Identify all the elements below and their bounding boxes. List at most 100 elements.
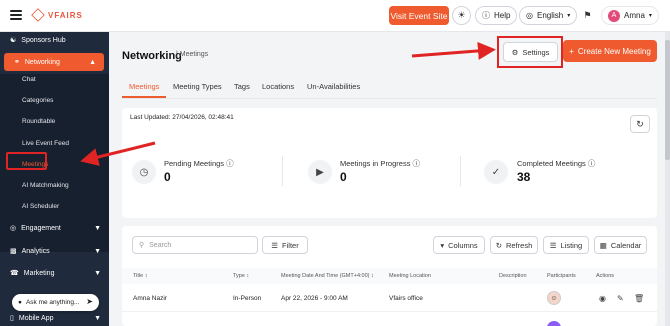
play-icon: ▶ xyxy=(308,160,332,184)
column-header-actions: Actions xyxy=(596,273,615,279)
columns-icon: ▾ xyxy=(440,240,445,250)
stats-card: Last Updated: 27/04/2026, 02:48:41 ↻ ◷ P… xyxy=(122,108,657,218)
meetings-in-progress-value: 0 xyxy=(340,170,347,184)
column-header-label: Meeting Date And Time (GMT+4:00) xyxy=(281,273,370,279)
sidebar-item-label: Sponsors Hub xyxy=(21,36,66,44)
avatar: A xyxy=(608,9,620,22)
engagement-icon: ◎ xyxy=(10,225,17,232)
tab-meetings[interactable]: Meetings xyxy=(129,82,159,91)
progress-label-text: Meetings in Progress xyxy=(340,159,411,168)
column-header-label: Title xyxy=(133,273,144,279)
meetings-table-card: ⚲ Search ☰ Filter ▾ Columns ↻ Refresh ☰ … xyxy=(122,226,657,326)
pending-label-text: Pending Meetings xyxy=(164,159,225,168)
last-updated: Last Updated: 27/04/2026, 02:48:41 xyxy=(130,114,234,121)
calendar-button[interactable]: ▦ Calendar xyxy=(594,236,647,254)
create-new-meeting-button[interactable]: + Create New Meeting xyxy=(563,40,657,62)
tab-tags[interactable]: Tags xyxy=(234,82,250,91)
chevron-down-icon: ▼ xyxy=(94,269,101,277)
pending-meetings-label: Pending Meetings ⓘ xyxy=(164,159,234,168)
check-icon: ✓ xyxy=(484,160,508,184)
sidebar-item-label: Networking xyxy=(24,58,60,66)
sidebar-subitem-live-event-feed[interactable]: Live Event Feed xyxy=(22,140,69,147)
completed-label-text: Completed Meetings xyxy=(517,159,586,168)
megaphone-icon: ☎ xyxy=(10,270,19,277)
meetings-in-progress-label: Meetings in Progress ⓘ xyxy=(340,159,421,168)
chevron-up-icon: ▲ xyxy=(89,58,96,66)
sidebar-item-sponsors[interactable]: ☯ Sponsors Hub xyxy=(0,31,109,49)
language-label: English xyxy=(536,11,564,20)
chevron-down-icon: ▼ xyxy=(94,224,101,232)
menu-icon[interactable] xyxy=(10,10,22,20)
language-select[interactable]: ◎ English ▾ xyxy=(519,6,578,25)
columns-button[interactable]: ▾ Columns xyxy=(433,236,485,254)
edit-icon[interactable]: ✎ xyxy=(617,294,624,303)
sidebar-subitem-categories[interactable]: Categories xyxy=(22,97,53,104)
clock-icon: ◷ xyxy=(132,160,156,184)
scrollbar-thumb[interactable] xyxy=(665,40,670,160)
sidebar-item-mobile-app[interactable]: ▯ Mobile App ▼ xyxy=(0,309,109,326)
refresh-stats-button[interactable]: ↻ xyxy=(630,115,650,133)
tab-meeting-types[interactable]: Meeting Types xyxy=(173,82,222,91)
chevron-down-icon: ▼ xyxy=(94,247,101,255)
table-row[interactable]: Amna Nazir In-Person Apr 22, 2026 - 9:00… xyxy=(122,286,657,312)
participant-avatar[interactable]: ☺ xyxy=(547,291,561,305)
help-button[interactable]: ⓘ Help xyxy=(475,6,518,25)
visit-event-site-button[interactable]: Visit Event Site xyxy=(389,6,449,25)
column-header-label: Type xyxy=(233,273,245,279)
columns-label: Columns xyxy=(448,240,478,250)
tab-un-availabilities[interactable]: Un-Availabilities xyxy=(307,82,360,91)
help-label: Help xyxy=(494,11,511,20)
network-icon: ⚭ xyxy=(14,59,20,66)
column-header-description: Description xyxy=(499,273,527,279)
column-header-type[interactable]: Type ↕ xyxy=(233,273,249,279)
mobile-icon: ▯ xyxy=(10,315,14,322)
cell-datetime: Apr 22, 2026 - 9:00 AM xyxy=(281,295,348,302)
ask-assistant-button[interactable]: ● Ask me anything... ➤ xyxy=(12,294,99,311)
sidebar-item-label: Engagement xyxy=(21,224,61,232)
bell-icon[interactable]: ⚑ xyxy=(578,6,597,25)
refresh-icon: ↻ xyxy=(636,118,644,129)
globe-icon: ◎ xyxy=(526,11,533,20)
create-label: Create New Meeting xyxy=(577,46,651,56)
chevron-down-icon: ▼ xyxy=(94,314,101,322)
sidebar-subitem-roundtable[interactable]: Roundtable xyxy=(22,118,55,125)
listing-button[interactable]: ☰ Listing xyxy=(543,236,589,254)
sidebar-subitem-ai-matchmaking[interactable]: AI Matchmaking xyxy=(22,182,69,189)
participant-avatar[interactable] xyxy=(547,321,561,326)
sidebar: ☯ Sponsors Hub ⚭ Networking ▲ Chat Categ… xyxy=(0,32,109,326)
logo-mark-icon xyxy=(31,8,45,22)
search-input[interactable]: ⚲ Search xyxy=(132,236,258,254)
sidebar-item-analytics[interactable]: ▩ Analytics ▼ xyxy=(0,242,109,260)
cell-location: Vfairs office xyxy=(389,295,423,302)
column-header-datetime[interactable]: Meeting Date And Time (GMT+4:00) ↕ xyxy=(281,273,374,279)
column-header-location: Meeting Location xyxy=(389,273,431,279)
filter-button[interactable]: ☰ Filter xyxy=(262,236,308,254)
lightbulb-icon[interactable]: ☀ xyxy=(452,6,471,25)
sidebar-item-marketing[interactable]: ☎ Marketing ▼ xyxy=(0,264,109,282)
sidebar-subitem-chat[interactable]: Chat xyxy=(22,76,36,83)
view-icon[interactable]: ◉ xyxy=(599,294,606,303)
sidebar-item-label: Mobile App xyxy=(18,314,54,322)
column-header-title[interactable]: Title ↕ xyxy=(133,273,147,279)
calendar-label: Calendar xyxy=(610,240,642,250)
sidebar-item-engagement[interactable]: ◎ Engagement ▼ xyxy=(0,219,109,237)
refresh-button[interactable]: ↻ Refresh xyxy=(490,236,538,254)
trash-icon[interactable]: 🗑 xyxy=(634,294,644,303)
stat-divider xyxy=(460,156,461,186)
filter-icon: ☰ xyxy=(271,240,279,250)
cell-title: Amna Nazir xyxy=(133,295,167,302)
user-menu[interactable]: A Amna ▾ xyxy=(601,6,659,25)
tab-locations[interactable]: Locations xyxy=(262,82,294,91)
listing-label: Listing xyxy=(560,240,583,250)
logo: VFAIRS xyxy=(31,8,83,22)
user-name: Amna xyxy=(624,11,645,20)
sidebar-subitem-ai-scheduler[interactable]: AI Scheduler xyxy=(22,203,59,210)
breadcrumb: | Meetings xyxy=(176,51,209,58)
sidebar-item-networking[interactable]: ⚭ Networking ▲ xyxy=(4,53,104,71)
refresh-label: Refresh xyxy=(506,240,533,250)
meetings-highlight-box xyxy=(6,152,47,170)
column-header-participants: Participants xyxy=(547,273,576,279)
filter-label: Filter xyxy=(282,240,299,250)
refresh-icon: ↻ xyxy=(495,240,503,250)
arrow-to-settings xyxy=(411,41,496,60)
